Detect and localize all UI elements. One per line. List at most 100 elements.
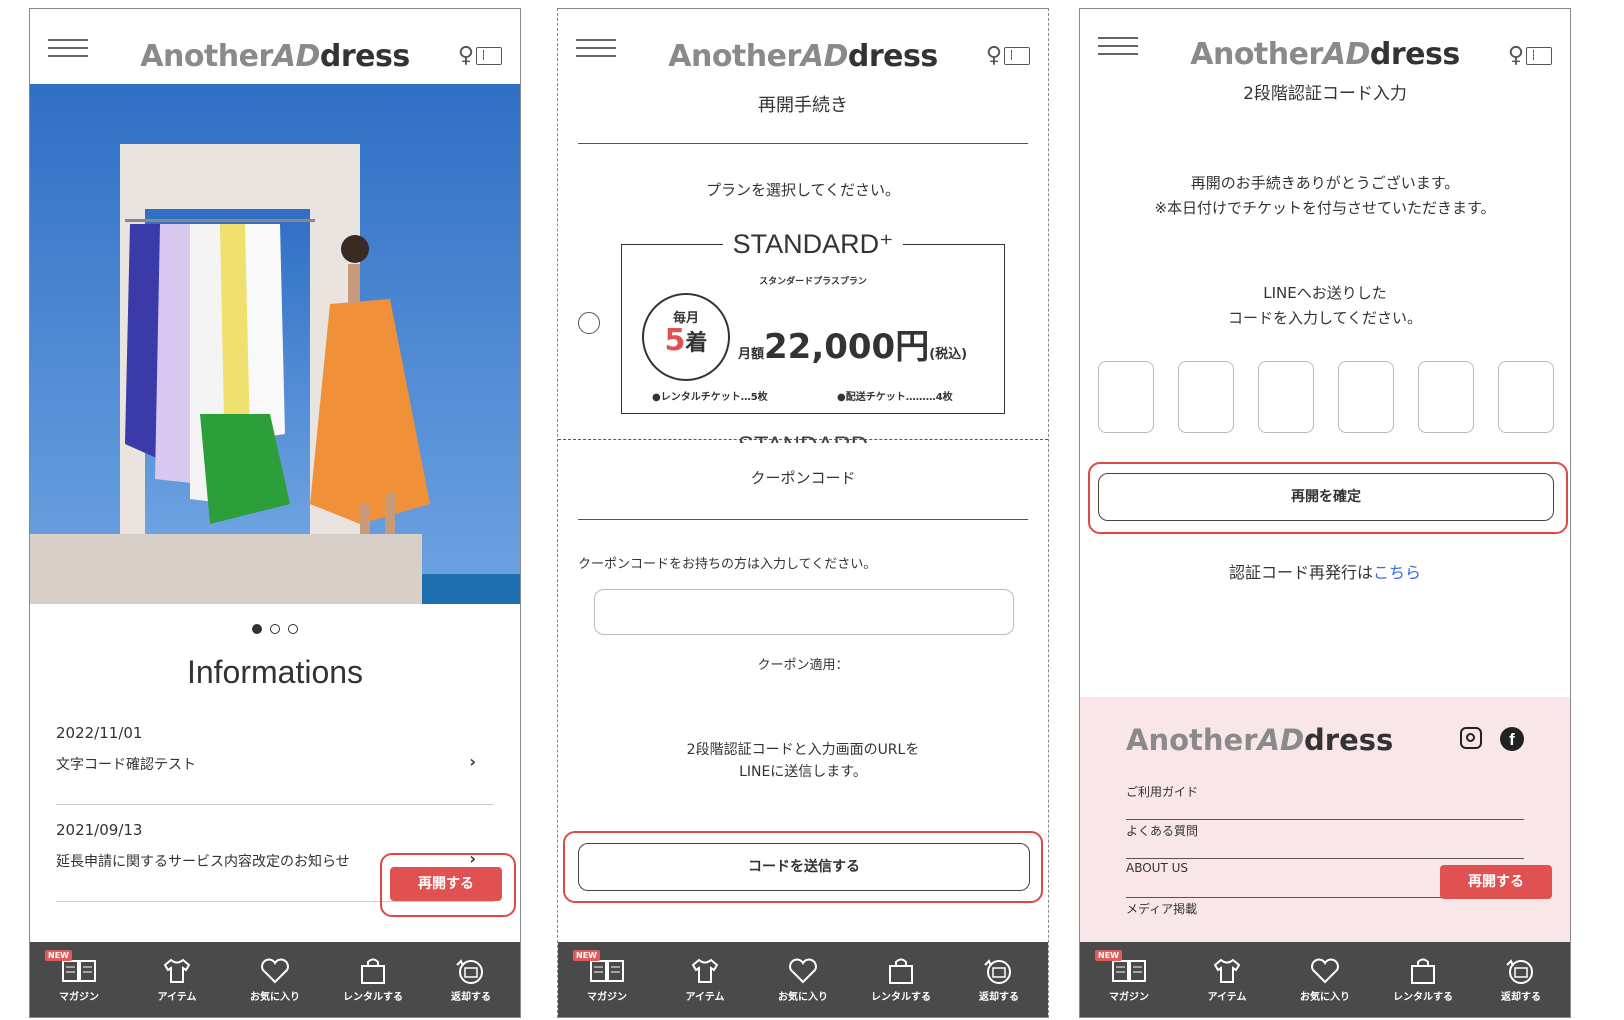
- news-title: 延長申請に関するサービス内容改定のお知らせ: [56, 854, 350, 870]
- carousel-dot[interactable]: [252, 624, 262, 634]
- footer-logo[interactable]: AnotherADdress: [1126, 723, 1393, 757]
- plan-subname: スタンダードプラスプラン: [759, 277, 867, 287]
- coupon-code-input[interactable]: [594, 589, 1014, 635]
- news-title: 文字コード確認テスト: [56, 757, 196, 773]
- return-icon: [1481, 954, 1561, 988]
- app-header: AnotherADdress ♀: [30, 9, 520, 84]
- app-logo[interactable]: AnotherADdress: [1080, 37, 1570, 72]
- app-header: AnotherADdress ♀: [558, 9, 1048, 84]
- news-date: 2021/09/13: [56, 821, 143, 839]
- reissue-link[interactable]: こちら: [1373, 563, 1421, 582]
- header-icons: ♀: [986, 43, 1030, 68]
- tab-favorites[interactable]: お気に入り: [235, 954, 315, 1003]
- tab-magazine[interactable]: NEW マガジン: [567, 950, 647, 1003]
- tab-magazine[interactable]: NEW マガジン: [39, 950, 119, 1003]
- tab-rent[interactable]: レンタルする: [861, 954, 941, 1003]
- tshirt-icon: [1187, 954, 1267, 988]
- page-title: 再開手続き: [758, 95, 848, 116]
- informations-heading: Informations: [186, 654, 364, 690]
- instagram-icon[interactable]: [1460, 727, 1482, 749]
- news-date: 2022/11/01: [56, 724, 143, 742]
- two-factor-code-screen: AnotherADdress ♀ 2段階認証コード入力 再開のお手続きありがとう…: [1079, 8, 1571, 1018]
- return-icon: [959, 954, 1039, 988]
- line-instructions: LINEへお送りした コードを入力してください。: [1227, 284, 1423, 327]
- heart-icon: [235, 954, 315, 988]
- delivery-ticket-info: ●配送チケット………4枚: [837, 392, 953, 403]
- divider: [578, 519, 1028, 520]
- ticket-icon[interactable]: [1004, 47, 1030, 65]
- resume-button[interactable]: 再開する: [390, 867, 502, 901]
- rental-ticket-info: ●レンタルチケット…5枚: [652, 392, 768, 403]
- coupon-prompt: クーポンコードをお持ちの方は入力してください。: [578, 557, 877, 572]
- tab-return[interactable]: 返却する: [431, 954, 511, 1003]
- next-plan-peek: STANDARD: [738, 432, 868, 443]
- bag-icon: [861, 954, 941, 988]
- plan-price: 月額22,000円(税込): [738, 327, 968, 367]
- tab-favorites[interactable]: お気に入り: [1285, 954, 1365, 1003]
- bottom-tab-bar: NEW マガジン アイテム お気に入り レンタルする 返却する: [1080, 942, 1570, 1017]
- resume-button[interactable]: 再開する: [1440, 865, 1552, 899]
- account-icon[interactable]: ♀: [986, 43, 1002, 68]
- bag-icon: [1383, 954, 1463, 988]
- heart-icon: [763, 954, 843, 988]
- tab-rent[interactable]: レンタルする: [1383, 954, 1463, 1003]
- new-badge: NEW: [45, 950, 72, 961]
- code-digit-input[interactable]: [1178, 361, 1234, 433]
- coupon-applied-label: クーポン適用：: [757, 658, 849, 673]
- divider: [578, 143, 1028, 144]
- header-icons: ♀: [458, 43, 502, 68]
- bag-icon: [333, 954, 413, 988]
- coupon-title: クーポンコード: [750, 469, 856, 487]
- footer-link-guide[interactable]: ご利用ガイド: [1126, 783, 1524, 820]
- tab-return[interactable]: 返却する: [1481, 954, 1561, 1003]
- tab-return[interactable]: 返却する: [959, 954, 1039, 1003]
- site-footer: AnotherADdress f ご利用ガイド よくある質問 ABOUT US …: [1080, 697, 1570, 942]
- section-divider: [558, 439, 1048, 440]
- code-digit-input[interactable]: [1258, 361, 1314, 433]
- chevron-right-icon: ›: [469, 752, 476, 771]
- footer-link-faq[interactable]: よくある質問: [1126, 822, 1524, 859]
- ticket-icon[interactable]: [476, 47, 502, 65]
- ticket-icon[interactable]: [1526, 47, 1552, 65]
- plan-prompt: プランを選択してください。: [705, 181, 901, 199]
- heart-icon: [1285, 954, 1365, 988]
- plan-card-standard-plus[interactable]: STANDARD⁺ スタンダードプラスプラン 毎月 5着 月額22,000円(税…: [621, 229, 1005, 414]
- header-icons: ♀: [1508, 43, 1552, 68]
- new-badge: NEW: [1095, 950, 1122, 961]
- bottom-tab-bar: NEW マガジン アイテム お気に入り レンタルする 返却する: [558, 942, 1048, 1017]
- carousel-dot[interactable]: [270, 624, 280, 634]
- bottom-tab-bar: NEW マガジン アイテム お気に入り レンタルする 返却する: [30, 942, 520, 1017]
- app-logo[interactable]: AnotherADdress: [558, 39, 1048, 74]
- news-item[interactable]: 2022/11/01 文字コード確認テスト ›: [56, 724, 494, 805]
- code-digit-input[interactable]: [1338, 361, 1394, 433]
- hero-image[interactable]: [30, 84, 520, 604]
- line-notice: 2段階認証コードと入力画面のURLを LINEに送信します。: [686, 742, 920, 780]
- plan-radio[interactable]: [578, 312, 600, 334]
- tab-favorites[interactable]: お気に入り: [763, 954, 843, 1003]
- footer-link-media[interactable]: メディア掲載: [1126, 900, 1524, 936]
- confirm-resume-button[interactable]: 再開を確定: [1098, 473, 1554, 521]
- tab-items[interactable]: アイテム: [137, 954, 217, 1003]
- app-header: AnotherADdress ♀: [1080, 9, 1570, 84]
- app-logo[interactable]: AnotherADdress: [30, 39, 520, 74]
- carousel-indicator[interactable]: [30, 619, 520, 638]
- account-icon[interactable]: ♀: [1508, 43, 1524, 68]
- code-digit-input[interactable]: [1418, 361, 1474, 433]
- tab-magazine[interactable]: NEW マガジン: [1089, 950, 1169, 1003]
- monthly-count-circle: 毎月 5着: [642, 293, 730, 381]
- code-digit-input[interactable]: [1498, 361, 1554, 433]
- account-icon[interactable]: ♀: [458, 43, 474, 68]
- code-digit-input[interactable]: [1098, 361, 1154, 433]
- tshirt-icon: [137, 954, 217, 988]
- resume-procedure-screen: AnotherADdress ♀ 再開手続き プランを選択してください。 STA…: [557, 8, 1049, 1018]
- tab-items[interactable]: アイテム: [1187, 954, 1267, 1003]
- carousel-dot[interactable]: [288, 624, 298, 634]
- send-code-button[interactable]: コードを送信する: [578, 843, 1030, 891]
- page-title: 2段階認証コード入力: [1243, 84, 1407, 104]
- reissue-line: 認証コード再発行はこちら: [1228, 563, 1422, 582]
- tab-rent[interactable]: レンタルする: [333, 954, 413, 1003]
- facebook-icon[interactable]: f: [1500, 727, 1524, 751]
- plan-name: STANDARD⁺: [722, 229, 904, 259]
- return-icon: [431, 954, 511, 988]
- tab-items[interactable]: アイテム: [665, 954, 745, 1003]
